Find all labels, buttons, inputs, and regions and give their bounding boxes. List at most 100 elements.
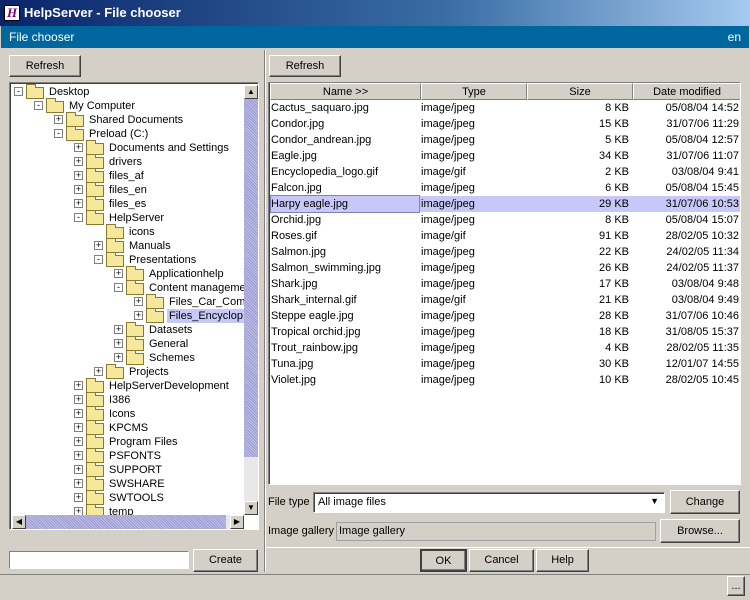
scroll-down-icon[interactable]: ▼ [244,501,258,515]
file-row[interactable]: Condor.jpg image/jpeg 15 KB 31/07/06 11:29 [270,116,740,132]
file-row[interactable]: Roses.gif image/gif 91 KB 28/02/05 10:32 [270,228,740,244]
file-row[interactable]: Shark.jpg image/jpeg 17 KB 03/08/04 9:48 [270,276,740,292]
expand-icon[interactable]: + [74,493,83,502]
file-table[interactable]: Name >> Type Size Date modified Cactus_s… [268,82,741,485]
tree-node[interactable]: - HelpServer [10,210,250,225]
file-row[interactable]: Tropical orchid.jpg image/jpeg 18 KB 31/08/… [270,324,740,340]
column-header-date[interactable]: Date modified [633,83,740,100]
column-header-name[interactable]: Name >> [270,83,421,100]
tree-node[interactable]: + drivers [10,154,250,169]
expand-icon[interactable]: + [114,353,123,362]
expand-icon[interactable]: + [74,437,83,446]
status-more-button[interactable]: ... [727,576,745,596]
new-folder-input[interactable] [9,551,189,569]
tree-node[interactable]: + Schemes [10,350,250,365]
collapse-icon[interactable]: - [94,255,103,264]
ok-button[interactable]: OK [420,549,467,572]
expand-icon[interactable]: + [114,339,123,348]
tree-node[interactable]: + I386 [10,392,250,407]
tree-node[interactable]: + Documents and Settings [10,140,250,155]
tree-node[interactable]: + Projects [10,364,250,379]
tree-node[interactable]: - Preload (C:) [10,126,250,141]
tree-node[interactable]: + KPCMS [10,420,250,435]
tree-node[interactable]: + Applicationhelp [10,266,250,281]
expand-icon[interactable]: + [74,381,83,390]
file-row[interactable]: Cactus_saquaro.jpg image/jpeg 8 KB 05/08/04… [270,100,740,116]
file-row[interactable]: Harpy eagle.jpg image/jpeg 29 KB 31/07/06 1… [270,195,740,213]
tree-node[interactable]: + SWTOOLS [10,490,250,505]
column-header-type[interactable]: Type [421,83,527,100]
expand-icon[interactable]: + [74,465,83,474]
tree-node[interactable]: - My Computer [10,98,250,113]
file-row[interactable]: Shark_internal.gif image/gif 21 KB 03/08/04… [270,292,740,308]
expand-icon[interactable]: + [74,157,83,166]
splitter[interactable] [264,50,266,572]
tree-node[interactable]: + files_af [10,168,250,183]
tree-node[interactable]: + Program Files [10,434,250,449]
collapse-icon[interactable]: - [114,283,123,292]
create-folder-button[interactable]: Create [193,549,258,572]
expand-icon[interactable]: + [74,143,83,152]
file-row[interactable]: Condor_andrean.jpg image/jpeg 5 KB 05/08/04… [270,132,740,148]
file-refresh-button[interactable]: Refresh [269,55,341,77]
tree-node[interactable]: + PSFONTS [10,448,250,463]
expand-icon[interactable]: + [114,269,123,278]
tree-node[interactable]: + Datasets [10,322,250,337]
file-row[interactable]: Encyclopedia_logo.gif image/gif 2 KB 03/08/… [270,164,740,180]
tree-node[interactable]: + Manuals [10,238,250,253]
expand-icon[interactable]: + [74,171,83,180]
expand-icon[interactable]: + [74,479,83,488]
file-row[interactable]: Salmon.jpg image/jpeg 22 KB 24/02/05 11:34 [270,244,740,260]
expand-icon[interactable]: + [54,115,63,124]
tree-node[interactable]: + Files_Car_Com [10,294,250,309]
expand-icon[interactable]: + [74,199,83,208]
tree-node[interactable]: + SUPPORT [10,462,250,477]
tree-node[interactable]: - Presentations [10,252,250,267]
tree-node[interactable]: - Content manageme [10,280,250,295]
scroll-up-icon[interactable]: ▲ [244,85,258,99]
tree-node[interactable]: icons [10,224,250,239]
file-row[interactable]: Eagle.jpg image/jpeg 34 KB 31/07/06 11:07 [270,148,740,164]
tree-node[interactable]: + HelpServerDevelopment [10,378,250,393]
file-row[interactable]: Trout_rainbow.jpg image/jpeg 4 KB 28/02/05 … [270,340,740,356]
browse-button[interactable]: Browse... [660,519,740,543]
tree-node[interactable]: - Desktop [10,84,250,99]
collapse-icon[interactable]: - [54,129,63,138]
scroll-left-icon[interactable]: ◀ [12,515,26,529]
tree-node[interactable]: + Files_Encyclop [10,308,250,323]
collapse-icon[interactable]: - [34,101,43,110]
expand-icon[interactable]: + [74,395,83,404]
help-button[interactable]: Help [536,549,589,572]
expand-icon[interactable]: + [94,241,103,250]
expand-icon[interactable]: + [134,311,143,320]
vertical-scroll-thumb[interactable] [244,99,258,457]
expand-icon[interactable]: + [114,325,123,334]
change-button[interactable]: Change [670,490,740,514]
tree-refresh-button[interactable]: Refresh [9,55,81,77]
folder-tree[interactable]: - Desktop - My Computer + Shared Documents - Pr… [9,82,259,530]
expand-icon[interactable]: + [74,409,83,418]
tree-node[interactable]: + SWSHARE [10,476,250,491]
collapse-icon[interactable]: - [74,213,83,222]
file-type-select[interactable]: All image files ▼ [313,492,665,513]
expand-icon[interactable]: + [74,185,83,194]
expand-icon[interactable]: + [94,367,103,376]
cancel-button[interactable]: Cancel [469,549,534,572]
file-row[interactable]: Orchid.jpg image/jpeg 8 KB 05/08/04 15:07 [270,212,740,228]
file-row[interactable]: Falcon.jpg image/jpeg 6 KB 05/08/04 15:45 [270,180,740,196]
language-indicator[interactable]: en [728,26,741,48]
expand-icon[interactable]: + [74,451,83,460]
expand-icon[interactable]: + [134,297,143,306]
tree-node[interactable]: + Icons [10,406,250,421]
file-row[interactable]: Violet.jpg image/jpeg 10 KB 28/02/05 10:45 [270,372,740,388]
tree-node[interactable]: + General [10,336,250,351]
horizontal-scroll-thumb[interactable] [26,515,226,529]
expand-icon[interactable]: + [74,423,83,432]
file-row[interactable]: Salmon_swimming.jpg image/jpeg 26 KB 24/02/… [270,260,740,276]
file-row[interactable]: Steppe eagle.jpg image/jpeg 28 KB 31/07/06 … [270,308,740,324]
scroll-right-icon[interactable]: ▶ [230,515,244,529]
tree-node[interactable]: + files_en [10,182,250,197]
column-header-size[interactable]: Size [527,83,633,100]
collapse-icon[interactable]: - [14,87,23,96]
file-row[interactable]: Tuna.jpg image/jpeg 30 KB 12/01/07 14:55 [270,356,740,372]
